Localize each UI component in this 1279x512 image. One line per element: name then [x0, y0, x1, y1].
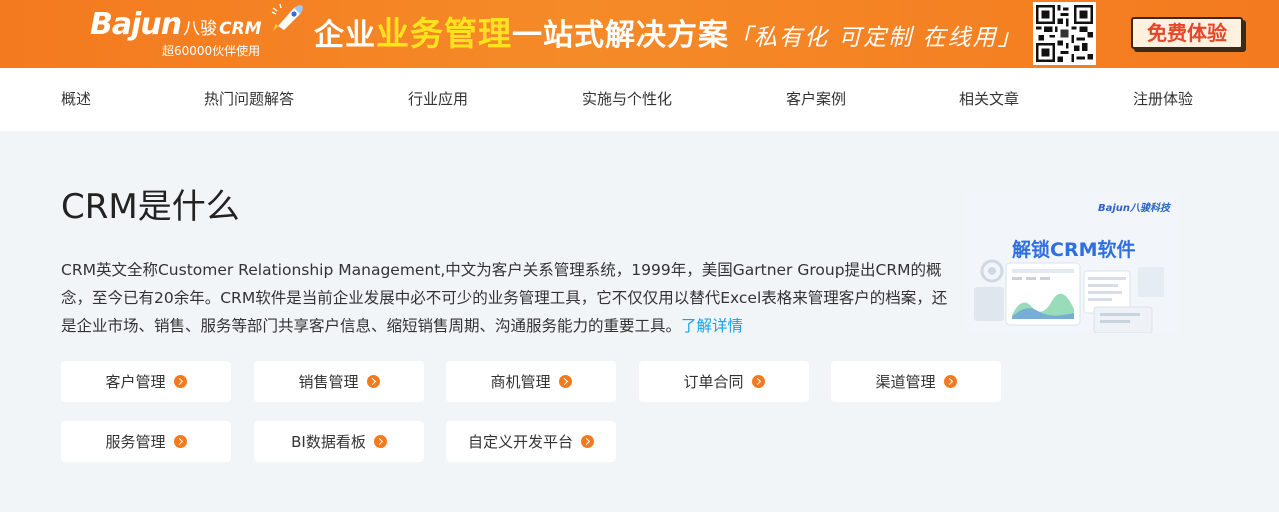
- feature-label: 商机管理: [490, 373, 551, 391]
- slogan-tail: 「私有化 可定制 在线用」: [729, 25, 1023, 51]
- nav-item-cases[interactable]: 客户案例: [786, 68, 846, 131]
- nav-item-overview[interactable]: 概述: [61, 68, 91, 131]
- arrow-right-icon: [558, 375, 572, 388]
- feature-label: 服务管理: [105, 433, 166, 451]
- feature-label: 自定义开发平台: [467, 433, 573, 451]
- feature-card-dev-platform[interactable]: 自定义开发平台: [446, 421, 616, 462]
- dashboard-illustration: [974, 259, 1164, 333]
- nav-item-industry[interactable]: 行业应用: [408, 68, 468, 131]
- feature-label: 渠道管理: [875, 373, 936, 391]
- slogan-part2: 一站式解决方案: [512, 18, 729, 53]
- qr-code-image: [1033, 2, 1096, 65]
- arrow-right-icon: [173, 375, 187, 388]
- logo-product: CRM: [219, 19, 262, 39]
- arrow-right-icon: [581, 435, 594, 448]
- arrow-right-icon: [173, 435, 187, 448]
- learn-more-link[interactable]: 了解详情: [681, 317, 743, 335]
- logo-tagline: 超60000伙伴使用: [162, 44, 261, 58]
- bajun-logo[interactable]: Bajun 八骏 CRM 超60000伙伴使用: [90, 7, 262, 59]
- crm-description: CRM英文全称Customer Relationship Management,…: [61, 256, 951, 340]
- feature-card-customer[interactable]: 客户管理: [61, 361, 231, 402]
- banner-slogan: 企业业务管理一站式解决方案「私有化 可定制 在线用」: [314, 13, 1023, 59]
- nav-item-articles[interactable]: 相关文章: [959, 68, 1019, 131]
- feature-card-sales[interactable]: 销售管理: [254, 361, 424, 402]
- arrow-right-icon: [943, 375, 957, 388]
- feature-label: 销售管理: [298, 373, 359, 391]
- logo-brand-cn: 八骏: [183, 19, 218, 39]
- promo-banner[interactable]: Bajun 八骏 CRM 超60000伙伴使用 企业业务管理一站式解决方案「私有化 …: [0, 0, 1279, 68]
- slogan-highlight: 业务管理: [376, 14, 512, 53]
- feature-label: 客户管理: [105, 373, 166, 391]
- unlock-crm-promo-image[interactable]: Bajun八骏科技 解锁CRM软件: [966, 193, 1180, 333]
- nav-item-implementation[interactable]: 实施与个性化: [582, 68, 672, 131]
- ad-logo: Bajun八骏科技: [1097, 203, 1170, 214]
- description-text: CRM英文全称Customer Relationship Management,…: [61, 261, 948, 335]
- arrow-right-icon: [373, 435, 387, 448]
- page-title: CRM是什么: [61, 187, 240, 227]
- arrow-right-icon: [366, 375, 380, 388]
- feature-card-service[interactable]: 服务管理: [61, 421, 231, 462]
- feature-label: BI数据看板: [291, 433, 366, 451]
- free-trial-button[interactable]: 免费体验: [1131, 17, 1243, 49]
- feature-label: 订单合同: [683, 373, 744, 391]
- slogan-part1: 企业: [314, 18, 376, 53]
- arrow-right-icon: [751, 375, 765, 388]
- feature-card-bi-dashboard[interactable]: BI数据看板: [254, 421, 424, 462]
- feature-card-channel[interactable]: 渠道管理: [831, 361, 1001, 402]
- rocket-icon: [271, 3, 303, 32]
- feature-card-contract[interactable]: 订单合同: [639, 361, 809, 402]
- feature-card-opportunity[interactable]: 商机管理: [446, 361, 616, 402]
- logo-brand: Bajun: [90, 7, 182, 42]
- nav-item-faq[interactable]: 热门问题解答: [204, 68, 294, 131]
- top-nav: 概述 热门问题解答 行业应用 实施与个性化 客户案例 相关文章 注册体验: [0, 68, 1279, 131]
- nav-item-register[interactable]: 注册体验: [1133, 68, 1193, 131]
